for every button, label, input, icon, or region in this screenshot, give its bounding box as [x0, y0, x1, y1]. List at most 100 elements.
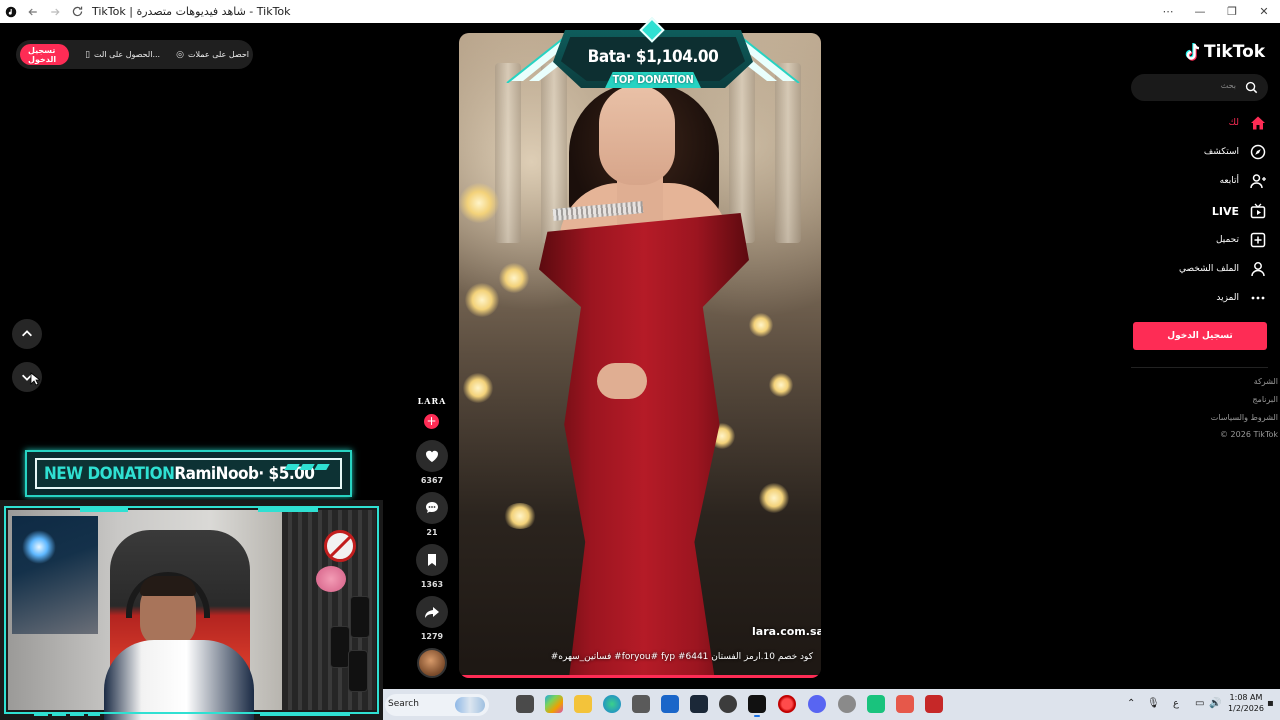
obs-icon[interactable] — [838, 695, 856, 713]
discord-icon[interactable] — [808, 695, 826, 713]
sidebar-item-label: الملف الشخصي — [1179, 264, 1239, 274]
window-title: TikTok | شاهد فيديوهات متصدرة - TikTok — [92, 5, 291, 18]
back-icon[interactable] — [22, 0, 44, 23]
ak-app-icon[interactable] — [719, 695, 737, 713]
comment-count: 21 — [426, 528, 438, 537]
sidebar-item-foryou[interactable]: لك — [1229, 113, 1266, 133]
microphone-icon[interactable]: 🎙 — [1147, 698, 1160, 709]
footer-copyright: © 2026 TikTok — [1220, 430, 1278, 439]
bookmark-icon — [428, 554, 436, 566]
search-input[interactable]: بحث — [1131, 74, 1268, 101]
sidebar-item-more[interactable]: المزيد — [1216, 288, 1266, 308]
sidebar-item-following[interactable]: أتابعه — [1220, 171, 1266, 191]
donation-label: NEW DONATION — [44, 463, 175, 484]
edge-icon[interactable] — [603, 695, 621, 713]
like-button[interactable] — [416, 440, 448, 472]
watermark-handle: lara.com.sa — [752, 625, 821, 638]
upload-icon — [1250, 232, 1266, 248]
top-donation-overlay: Bata· $1,104.00 TOP DONATION — [505, 17, 801, 95]
more-icon — [1251, 296, 1265, 300]
task-view-icon[interactable] — [516, 695, 534, 713]
home-icon — [1251, 116, 1265, 130]
sidebar-item-live[interactable]: LIVE — [1212, 201, 1266, 221]
language-indicator[interactable]: ع — [1173, 698, 1179, 709]
phone-icon: ▯ — [85, 49, 91, 60]
model-face — [599, 85, 675, 185]
share-icon — [425, 607, 439, 618]
sidebar-item-label: أتابعه — [1219, 176, 1239, 186]
restore-icon[interactable]: ❐ — [1216, 0, 1248, 23]
clock-time: 1:08 AM — [1229, 693, 1263, 702]
coin-icon: ◎ — [176, 49, 184, 60]
following-icon — [1250, 174, 1266, 189]
close-icon[interactable]: ✕ — [1248, 0, 1280, 23]
search-icon — [1245, 81, 1258, 94]
profile-icon — [1251, 262, 1265, 277]
network-icon[interactable]: ▭ — [1195, 698, 1204, 709]
copilot-icon[interactable] — [545, 695, 563, 713]
top-donation-label: TOP DONATION — [605, 72, 701, 88]
browser-titlebar: TikTok | شاهد فيديوهات متصدرة - TikTok ⋯… — [0, 0, 1280, 23]
heart-icon — [425, 450, 439, 462]
reload-icon[interactable] — [66, 0, 88, 23]
search-highlight-image — [455, 697, 485, 713]
tiktok-icon — [1185, 42, 1200, 61]
footer-link-program[interactable]: البرنامج — [1252, 395, 1278, 404]
outlook-icon[interactable] — [661, 695, 679, 713]
comment-icon — [426, 502, 438, 513]
save-count: 1363 — [420, 580, 444, 589]
store-icon[interactable] — [632, 695, 650, 713]
tf-app-icon[interactable] — [925, 695, 943, 713]
steam-icon[interactable] — [690, 695, 708, 713]
green-app-icon[interactable] — [867, 695, 885, 713]
video-caption: كود خصم 10.ارمز الفستان 6441# foryou# fy… — [550, 652, 813, 662]
mouse-cursor-icon — [30, 372, 40, 386]
comment-button[interactable] — [416, 492, 448, 524]
volume-icon[interactable]: 🔊 — [1209, 698, 1221, 709]
tiktok-taskbar-icon[interactable] — [748, 695, 766, 717]
footer-link-terms[interactable]: الشروط والسياسات — [1211, 413, 1278, 422]
hud-stripes — [284, 464, 330, 470]
share-button[interactable] — [416, 596, 448, 628]
sidebar-item-upload[interactable]: تحميل — [1216, 230, 1266, 250]
sidebar-login-button[interactable]: تسجيل الدخول — [1133, 322, 1267, 350]
video-progress-fill — [459, 675, 821, 678]
taskbar-search[interactable]: Search — [385, 694, 489, 716]
chevron-up-icon[interactable]: ⌃ — [1127, 698, 1135, 709]
file-explorer-icon[interactable] — [574, 695, 592, 713]
forward-icon[interactable] — [44, 0, 66, 23]
sidebar-item-label: استكشف — [1203, 147, 1239, 157]
more-icon[interactable]: ⋯ — [1152, 0, 1184, 23]
get-coins-button[interactable]: ◎ احصل على عملات — [176, 50, 249, 60]
sidebar-item-explore[interactable]: استكشف — [1204, 142, 1266, 162]
webcam-overlay — [0, 500, 383, 720]
sidebar-item-label: LIVE — [1211, 204, 1239, 218]
save-button[interactable] — [416, 544, 448, 576]
chevron-up-icon — [22, 330, 32, 337]
music-disc[interactable] — [417, 648, 447, 678]
brand-name: TikTok — [1204, 42, 1266, 62]
footer-link-company[interactable]: الشركة — [1254, 377, 1278, 386]
author-avatar[interactable]: LARA — [414, 396, 450, 406]
minimize-icon[interactable]: — — [1184, 0, 1216, 23]
notifications-icon[interactable]: ▪ — [1267, 698, 1274, 709]
sidebar-item-label: تحميل — [1215, 235, 1239, 245]
taskbar-clock[interactable]: 1:08 AM 1/2/2026 — [1221, 692, 1271, 714]
clock-date: 1/2/2026 — [1228, 704, 1264, 713]
tiktok-logo[interactable]: TikTok — [1184, 40, 1265, 64]
sidebar-item-profile[interactable]: الملف الشخصي — [1179, 259, 1266, 279]
top-action-bar: تسجيل الدخول ▯ الحصول على الت... ◎ احصل … — [16, 40, 253, 69]
get-app-label: الحصول على الت... — [94, 50, 161, 59]
get-app-button[interactable]: ▯ الحصول على الت... — [85, 50, 160, 60]
previous-video-button[interactable] — [12, 319, 42, 349]
follow-button[interactable]: + — [424, 414, 439, 429]
sidebar-item-label: لك — [1228, 118, 1239, 128]
top-login-button[interactable]: تسجيل الدخول — [20, 44, 70, 65]
search-placeholder: بحث — [1220, 81, 1236, 90]
media-app-icon[interactable] — [896, 695, 914, 713]
taskbar-search-label: Search — [388, 699, 419, 709]
video-progress-bar[interactable] — [459, 675, 821, 678]
compass-icon — [1250, 144, 1266, 160]
video-player[interactable]: lara.com.sa كود خصم 10.ارمز الفستان 6441… — [459, 33, 821, 678]
opera-icon[interactable] — [778, 695, 796, 713]
